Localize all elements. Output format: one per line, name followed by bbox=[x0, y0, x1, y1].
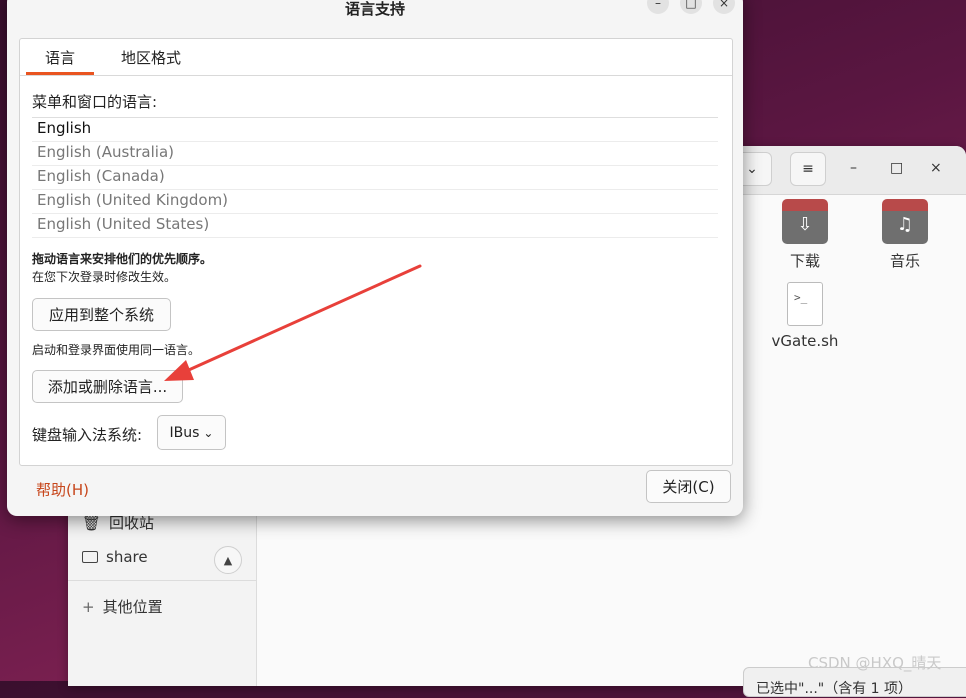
help-button[interactable]: 帮助(H) bbox=[36, 479, 89, 500]
tab-language[interactable]: 语言 bbox=[26, 39, 94, 75]
list-item[interactable]: English (United Kingdom) bbox=[32, 190, 718, 214]
music-folder-icon: ♫ bbox=[882, 199, 928, 244]
script-file-icon: >_ bbox=[787, 282, 823, 326]
sidebar-item-other-locations[interactable]: + 其他位置 bbox=[82, 596, 163, 617]
input-method-select[interactable]: IBus ⌄ bbox=[157, 415, 226, 450]
download-folder-icon: ⇩ bbox=[782, 199, 828, 244]
eject-icon[interactable]: ▲ bbox=[214, 546, 242, 574]
add-remove-languages-button[interactable]: 添加或删除语言... bbox=[32, 370, 183, 403]
file-item-music[interactable]: ♫ 音乐 bbox=[865, 199, 945, 271]
drive-icon bbox=[82, 551, 98, 563]
watermark: CSDN @HXQ_晴天 bbox=[808, 654, 942, 672]
dialog-title: 语言支持 bbox=[344, 0, 405, 18]
list-item[interactable]: English (Australia) bbox=[32, 142, 718, 166]
main-menu-button[interactable]: ≡ bbox=[790, 152, 826, 186]
list-item[interactable]: English (United States) bbox=[32, 214, 718, 238]
file-name: vGate.sh bbox=[771, 332, 839, 350]
list-item[interactable]: English (Canada) bbox=[32, 166, 718, 190]
maximize-icon[interactable]: □ bbox=[890, 160, 903, 176]
tab-bar: 语言 地区格式 bbox=[20, 39, 732, 76]
file-name: 音乐 bbox=[889, 252, 920, 270]
apply-hint: 启动和登录界面使用同一语言。 bbox=[32, 343, 201, 357]
drag-hint: 拖动语言来安排他们的优先顺序。 bbox=[32, 252, 213, 266]
chevron-down-icon: ⌄ bbox=[203, 425, 214, 440]
trash-icon: 🗑 bbox=[82, 513, 102, 532]
file-name: 下载 bbox=[789, 252, 820, 270]
file-item-downloads[interactable]: ⇩ 下载 bbox=[765, 199, 845, 271]
close-icon[interactable]: × bbox=[930, 160, 942, 176]
list-item[interactable]: English bbox=[32, 118, 718, 142]
sidebar-item-share[interactable]: share bbox=[82, 548, 148, 566]
plus-icon: + bbox=[82, 597, 95, 616]
minimize-icon[interactable]: – bbox=[850, 160, 857, 176]
file-item-vgate[interactable]: >_ vGate.sh bbox=[765, 282, 845, 350]
tab-regional-formats[interactable]: 地区格式 bbox=[110, 39, 192, 75]
sidebar-divider bbox=[68, 580, 256, 581]
relogin-hint: 在您下次登录时修改生效。 bbox=[32, 270, 177, 284]
close-button[interactable]: 关闭(C) bbox=[646, 470, 731, 503]
input-method-label: 键盘输入法系统: bbox=[32, 426, 143, 444]
chevron-down-icon: ⌄ bbox=[746, 161, 758, 177]
apply-system-wide-button[interactable]: 应用到整个系统 bbox=[32, 298, 171, 331]
language-panel: 语言 地区格式 菜单和窗口的语言: English English (Austr… bbox=[19, 38, 733, 466]
language-support-dialog: 语言支持 – □ × 语言 地区格式 菜单和窗口的语言: English Eng… bbox=[7, 0, 743, 516]
menu-language-label: 菜单和窗口的语言: bbox=[32, 93, 158, 111]
language-list[interactable]: English English (Australia) English (Can… bbox=[32, 117, 718, 238]
hamburger-menu-icon: ≡ bbox=[802, 161, 814, 177]
